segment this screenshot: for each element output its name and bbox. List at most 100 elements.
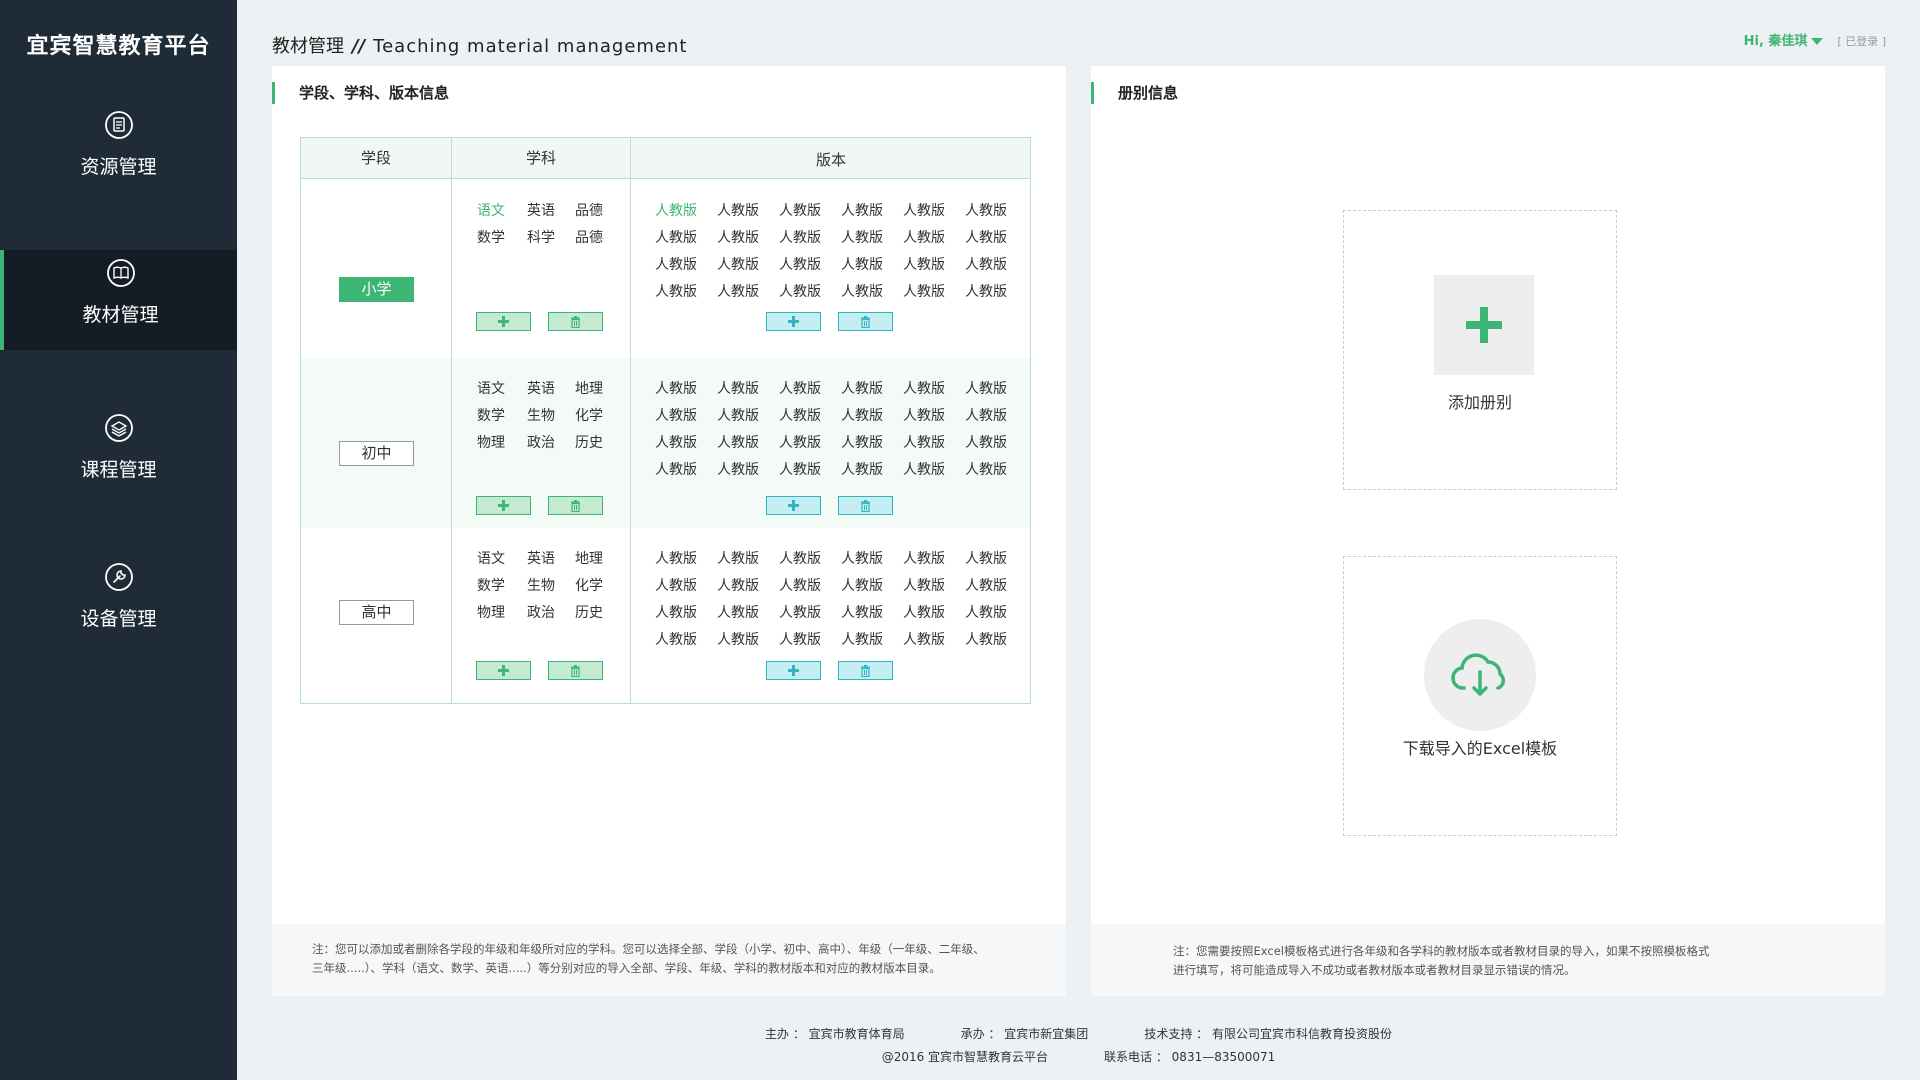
- edition-item[interactable]: 人教版: [965, 602, 1007, 622]
- delete-subject-button[interactable]: [548, 661, 603, 680]
- edition-item[interactable]: 人教版: [903, 405, 945, 425]
- stage-button[interactable]: 小学: [339, 277, 414, 302]
- edition-item[interactable]: 人教版: [903, 548, 945, 568]
- edition-item[interactable]: 人教版: [841, 200, 883, 220]
- sidebar-item-resource[interactable]: 资源管理: [0, 110, 237, 210]
- subject-item[interactable]: 化学: [575, 405, 603, 425]
- subject-item[interactable]: 语文: [477, 200, 505, 220]
- sidebar-item-course[interactable]: 课程管理: [0, 413, 237, 513]
- edition-item[interactable]: 人教版: [717, 405, 759, 425]
- edition-item[interactable]: 人教版: [779, 432, 821, 452]
- download-template-box[interactable]: 下载导入的Excel模板: [1343, 556, 1617, 836]
- edition-item[interactable]: 人教版: [779, 405, 821, 425]
- edition-item[interactable]: 人教版: [903, 378, 945, 398]
- delete-edition-button[interactable]: [838, 661, 893, 680]
- edition-item[interactable]: 人教版: [841, 227, 883, 247]
- subject-item[interactable]: 物理: [477, 432, 505, 452]
- edition-item[interactable]: 人教版: [779, 281, 821, 301]
- subject-item[interactable]: 品德: [575, 227, 603, 247]
- edition-item[interactable]: 人教版: [903, 629, 945, 649]
- subject-item[interactable]: 数学: [477, 405, 505, 425]
- edition-item[interactable]: 人教版: [841, 378, 883, 398]
- subject-item[interactable]: 数学: [477, 227, 505, 247]
- subject-item[interactable]: 物理: [477, 602, 505, 622]
- add-volume-dropzone[interactable]: 添加册别: [1343, 210, 1617, 490]
- edition-item[interactable]: 人教版: [655, 281, 697, 301]
- subject-item[interactable]: 语文: [477, 548, 505, 568]
- edition-item[interactable]: 人教版: [965, 200, 1007, 220]
- delete-subject-button[interactable]: [548, 496, 603, 515]
- delete-edition-button[interactable]: [838, 312, 893, 331]
- subject-item[interactable]: 数学: [477, 575, 505, 595]
- stage-button[interactable]: 初中: [339, 441, 414, 466]
- subject-item[interactable]: 政治: [527, 432, 555, 452]
- add-subject-button[interactable]: [476, 312, 531, 331]
- edition-item[interactable]: 人教版: [841, 405, 883, 425]
- edition-item[interactable]: 人教版: [965, 575, 1007, 595]
- edition-item[interactable]: 人教版: [779, 459, 821, 479]
- add-edition-button[interactable]: [766, 312, 821, 331]
- edition-item[interactable]: 人教版: [841, 254, 883, 274]
- edition-item[interactable]: 人教版: [655, 378, 697, 398]
- edition-item[interactable]: 人教版: [841, 432, 883, 452]
- edition-item[interactable]: 人教版: [841, 548, 883, 568]
- edition-item[interactable]: 人教版: [903, 281, 945, 301]
- subject-item[interactable]: 地理: [575, 548, 603, 568]
- subject-item[interactable]: 化学: [575, 575, 603, 595]
- edition-item[interactable]: 人教版: [655, 254, 697, 274]
- edition-item[interactable]: 人教版: [779, 254, 821, 274]
- edition-item[interactable]: 人教版: [965, 548, 1007, 568]
- delete-subject-button[interactable]: [548, 312, 603, 331]
- add-edition-button[interactable]: [766, 661, 821, 680]
- edition-item[interactable]: 人教版: [655, 459, 697, 479]
- edition-item[interactable]: 人教版: [717, 227, 759, 247]
- edition-item[interactable]: 人教版: [903, 602, 945, 622]
- subject-item[interactable]: 英语: [527, 548, 555, 568]
- sidebar-item-device[interactable]: 设备管理: [0, 562, 237, 662]
- edition-item[interactable]: 人教版: [841, 602, 883, 622]
- edition-item[interactable]: 人教版: [903, 575, 945, 595]
- edition-item[interactable]: 人教版: [779, 548, 821, 568]
- chevron-down-icon[interactable]: [1811, 38, 1824, 45]
- edition-item[interactable]: 人教版: [717, 378, 759, 398]
- edition-item[interactable]: 人教版: [717, 629, 759, 649]
- edition-item[interactable]: 人教版: [779, 200, 821, 220]
- subject-item[interactable]: 历史: [575, 432, 603, 452]
- edition-item[interactable]: 人教版: [903, 459, 945, 479]
- edition-item[interactable]: 人教版: [717, 254, 759, 274]
- subject-item[interactable]: 科学: [527, 227, 555, 247]
- edition-item[interactable]: 人教版: [903, 200, 945, 220]
- edition-item[interactable]: 人教版: [717, 432, 759, 452]
- edition-item[interactable]: 人教版: [903, 227, 945, 247]
- add-subject-button[interactable]: [476, 661, 531, 680]
- user-menu[interactable]: Hi, 秦佳琪: [1744, 34, 1808, 49]
- edition-item[interactable]: 人教版: [841, 281, 883, 301]
- add-volume-button[interactable]: [1434, 275, 1534, 375]
- subject-item[interactable]: 品德: [575, 200, 603, 220]
- stage-button[interactable]: 高中: [339, 600, 414, 625]
- edition-item[interactable]: 人教版: [655, 629, 697, 649]
- edition-item[interactable]: 人教版: [655, 575, 697, 595]
- edition-item[interactable]: 人教版: [965, 405, 1007, 425]
- edition-item[interactable]: 人教版: [717, 548, 759, 568]
- edition-item[interactable]: 人教版: [717, 281, 759, 301]
- edition-item[interactable]: 人教版: [841, 575, 883, 595]
- edition-item[interactable]: 人教版: [655, 548, 697, 568]
- edition-item[interactable]: 人教版: [965, 378, 1007, 398]
- subject-item[interactable]: 英语: [527, 200, 555, 220]
- subject-item[interactable]: 英语: [527, 378, 555, 398]
- subject-item[interactable]: 历史: [575, 602, 603, 622]
- edition-item[interactable]: 人教版: [841, 459, 883, 479]
- edition-item[interactable]: 人教版: [717, 459, 759, 479]
- edition-item[interactable]: 人教版: [965, 227, 1007, 247]
- edition-item[interactable]: 人教版: [717, 200, 759, 220]
- subject-item[interactable]: 生物: [527, 575, 555, 595]
- edition-item[interactable]: 人教版: [655, 405, 697, 425]
- edition-item[interactable]: 人教版: [965, 459, 1007, 479]
- subject-item[interactable]: 语文: [477, 378, 505, 398]
- edition-item[interactable]: 人教版: [903, 432, 945, 452]
- subject-item[interactable]: 政治: [527, 602, 555, 622]
- edition-item[interactable]: 人教版: [779, 378, 821, 398]
- edition-item[interactable]: 人教版: [655, 200, 697, 220]
- edition-item[interactable]: 人教版: [841, 629, 883, 649]
